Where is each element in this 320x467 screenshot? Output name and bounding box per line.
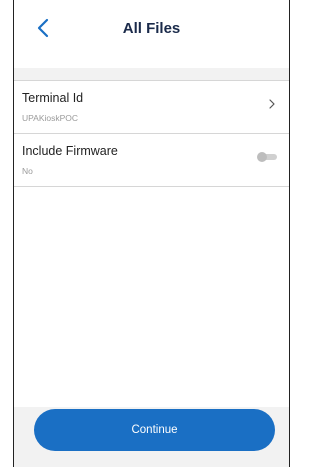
- section-spacer: [14, 68, 289, 80]
- nav-header: All Files: [14, 0, 289, 68]
- toggle-knob: [257, 152, 267, 162]
- include-firmware-value: No: [22, 166, 33, 176]
- terminal-id-label: Terminal Id: [22, 91, 84, 105]
- continue-button[interactable]: Continue: [34, 409, 275, 451]
- page-title: All Files: [122, 20, 181, 37]
- include-firmware-toggle[interactable]: [257, 152, 277, 162]
- terminal-id-row[interactable]: Terminal Id UPAKioskPOC: [14, 81, 289, 133]
- divider: [14, 186, 289, 187]
- chevron-right-icon: [269, 99, 275, 109]
- terminal-id-value: UPAKioskPOC: [22, 113, 79, 123]
- app-screen: All Files Terminal Id UPAKioskPOC Includ…: [13, 0, 290, 467]
- include-firmware-label: Include Firmware: [22, 144, 118, 158]
- include-firmware-row: Include Firmware No: [14, 134, 289, 186]
